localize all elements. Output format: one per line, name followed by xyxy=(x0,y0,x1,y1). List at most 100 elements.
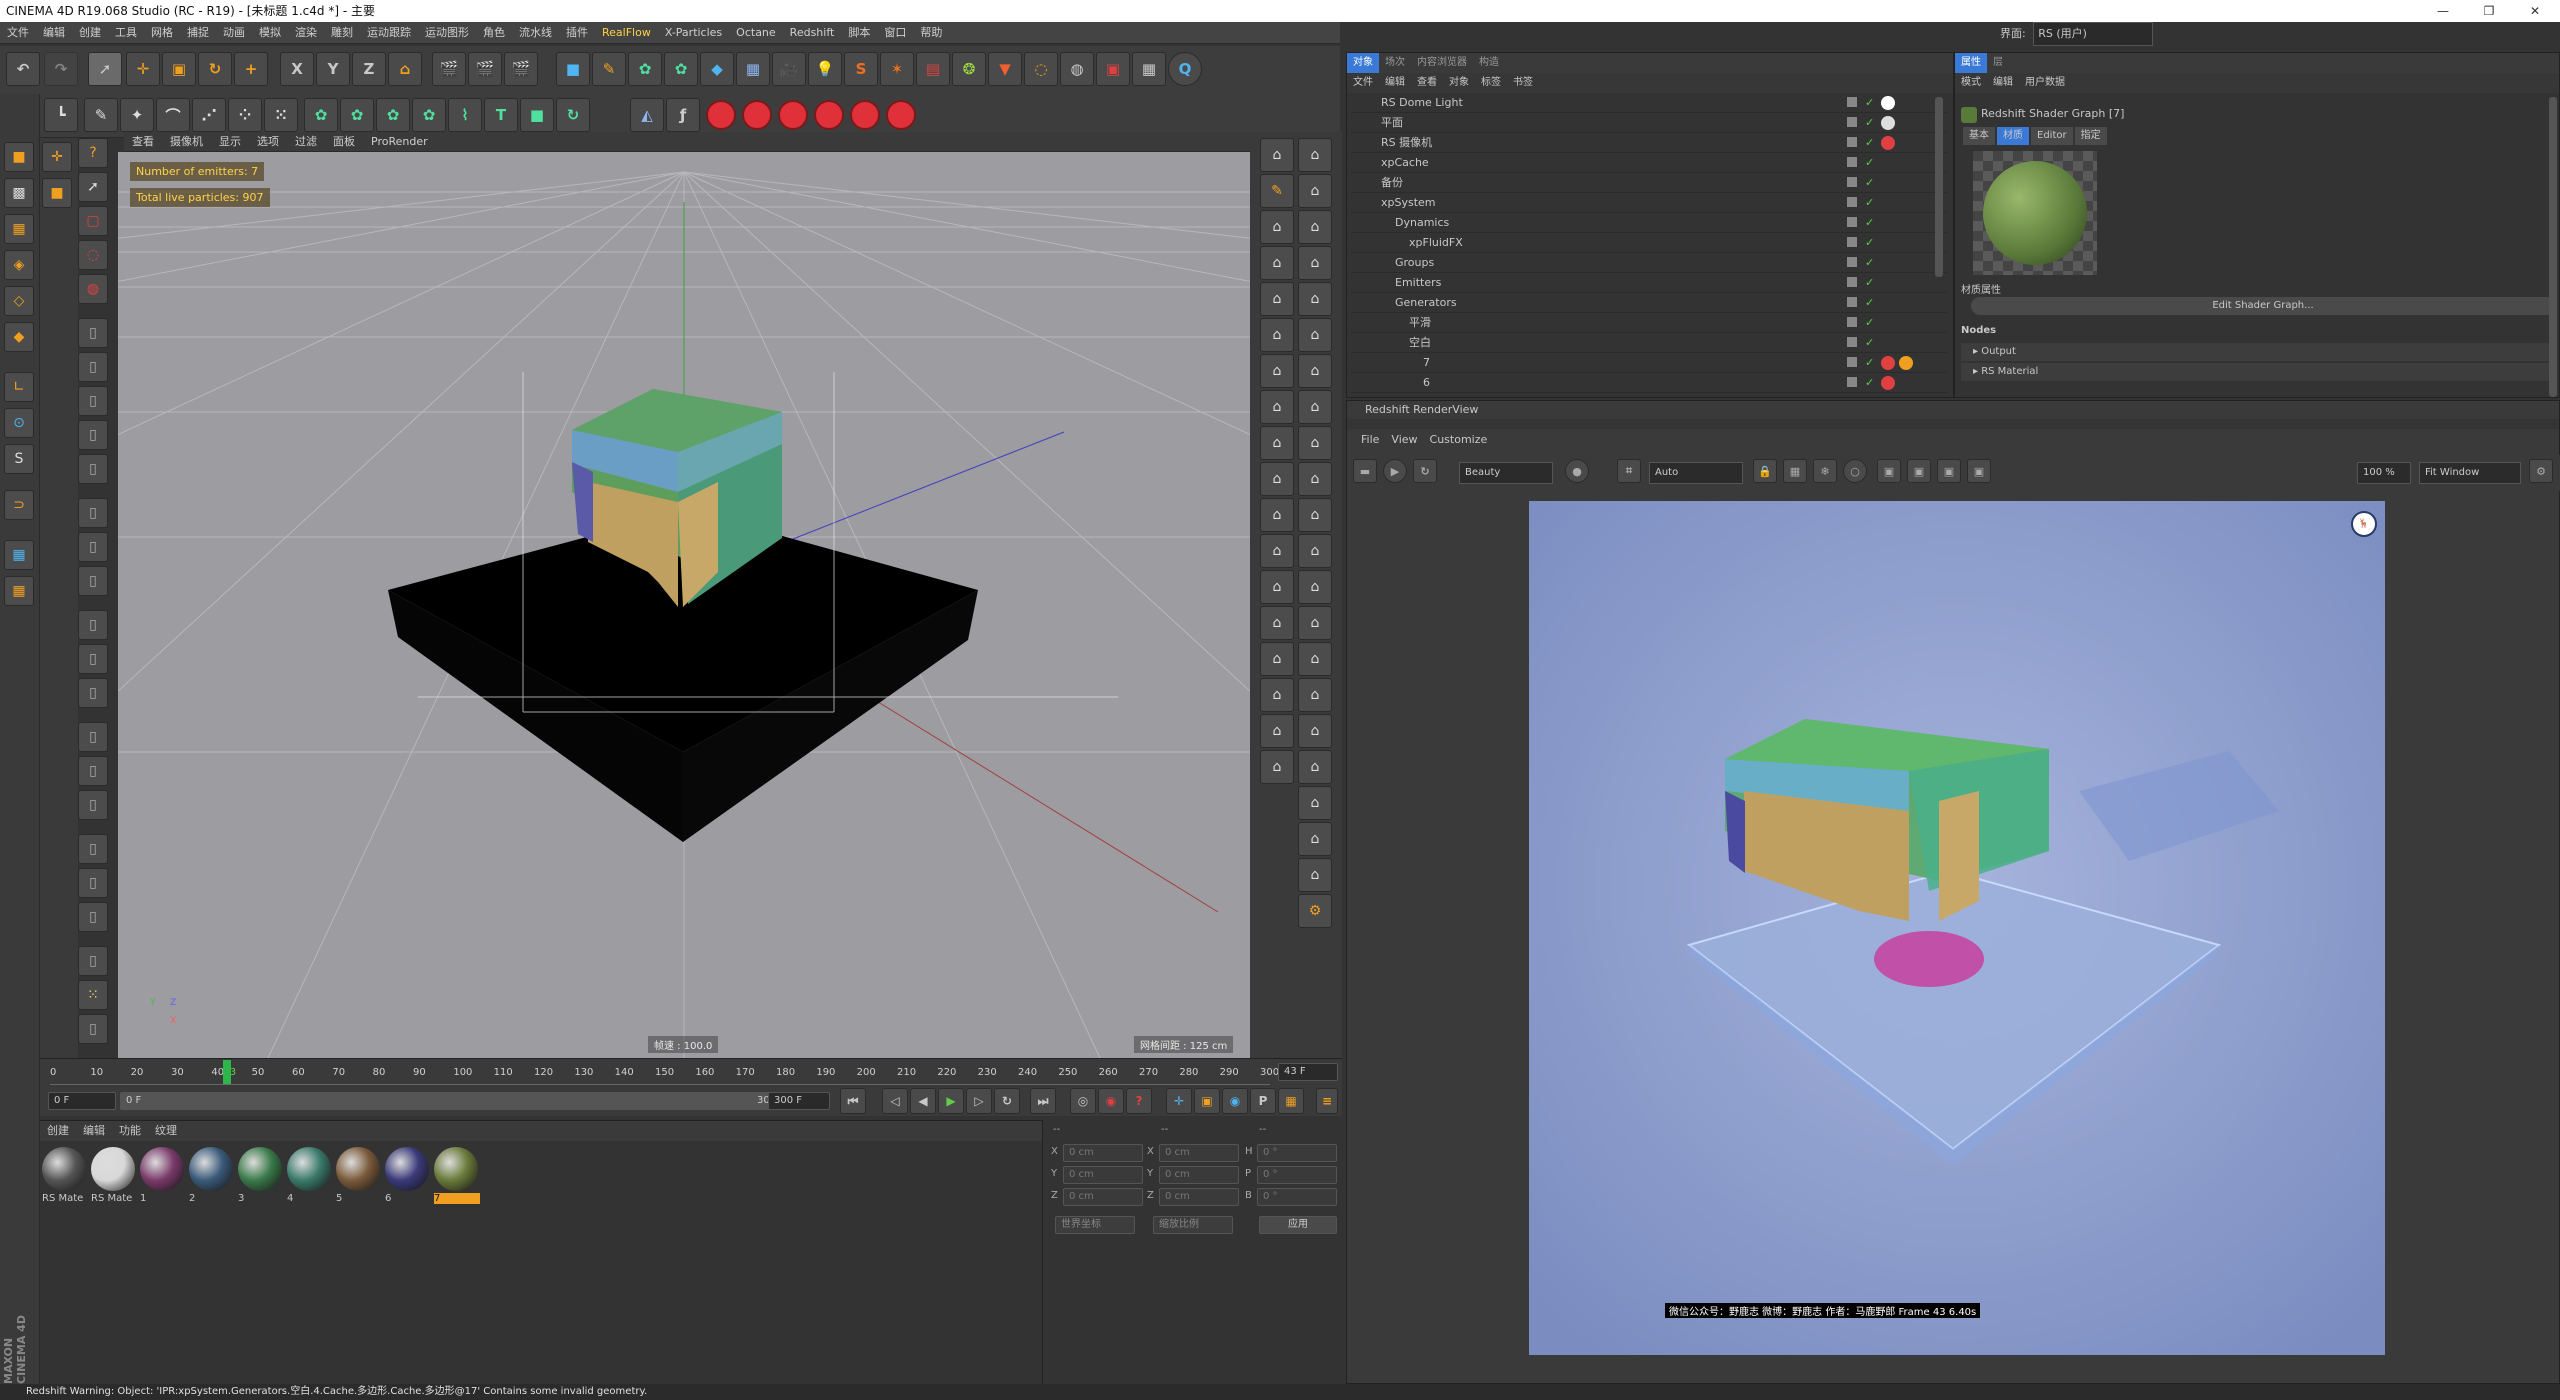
menu-item-5[interactable]: 捕捉 xyxy=(180,22,216,44)
live-select-icon[interactable]: ➚ xyxy=(78,172,108,202)
bridge-icon[interactable]: ▯ xyxy=(78,352,108,382)
material-menu-item-3[interactable]: 纹理 xyxy=(148,1121,184,1141)
render-menu-item-2[interactable]: Customize xyxy=(1424,429,1494,451)
visibility-toggle[interactable] xyxy=(1847,137,1857,147)
render-gear-icon[interactable]: ⚙ xyxy=(1298,894,1332,928)
attribute-subtab-2[interactable]: Editor xyxy=(2031,127,2073,145)
redshift-dome-icon[interactable] xyxy=(850,100,880,130)
bevel-icon[interactable]: ▯ xyxy=(78,420,108,450)
octane-icon[interactable]: ❂ xyxy=(952,52,986,86)
right-tool-27[interactable]: ⌂ xyxy=(1260,606,1294,640)
key-rotation-icon[interactable]: ◉ xyxy=(1222,1088,1248,1114)
coord-value-field[interactable]: 0 ° xyxy=(1257,1188,1337,1206)
object-row[interactable]: RS 摄像机 ✓ xyxy=(1351,133,1947,153)
render-settings-icon[interactable]: 🎬 xyxy=(504,52,538,86)
right-tool-26[interactable]: ⌂ xyxy=(1298,570,1332,604)
right-tool-36[interactable]: ⌂ xyxy=(1298,750,1332,784)
visibility-toggle[interactable] xyxy=(1847,117,1857,127)
edges-mode-icon[interactable]: ◇ xyxy=(4,286,34,316)
pen-icon[interactable]: ✎ xyxy=(592,52,626,86)
viewport-menu-item-3[interactable]: 选项 xyxy=(249,132,287,152)
render-refresh-icon[interactable]: ↻ xyxy=(1413,459,1437,483)
brush-icon[interactable]: ▯ xyxy=(78,566,108,596)
prev-key-icon[interactable]: ◁ xyxy=(882,1088,908,1114)
redshift-light-icon[interactable] xyxy=(742,100,772,130)
material-menu-item-1[interactable]: 编辑 xyxy=(76,1121,112,1141)
scale-dropdown[interactable]: 缩放比例 xyxy=(1153,1216,1233,1234)
menu-item-21[interactable]: 帮助 xyxy=(913,22,949,44)
right-tool-10[interactable]: ⌂ xyxy=(1298,282,1332,316)
visibility-toggle[interactable] xyxy=(1847,357,1857,367)
menu-item-11[interactable]: 运动图形 xyxy=(418,22,476,44)
menu-item-2[interactable]: 创建 xyxy=(72,22,108,44)
attribute-tab-1[interactable]: 层 xyxy=(1987,53,2009,73)
hair-icon[interactable]: ▯ xyxy=(78,1014,108,1044)
menu-item-1[interactable]: 编辑 xyxy=(36,22,72,44)
apply-button[interactable]: 应用 xyxy=(1259,1216,1337,1234)
record-keys-icon[interactable]: ◎ xyxy=(1070,1088,1096,1114)
enabled-check-icon[interactable]: ✓ xyxy=(1865,133,1874,153)
render-play-icon[interactable]: ▶ xyxy=(1383,459,1407,483)
coord-value-field[interactable]: 0 cm xyxy=(1159,1188,1239,1206)
enabled-check-icon[interactable]: ✓ xyxy=(1865,173,1874,193)
right-tool-8[interactable]: ⌂ xyxy=(1298,246,1332,280)
aov-dropdown[interactable]: Beauty xyxy=(1459,462,1553,484)
attribute-tab-0[interactable]: 属性 xyxy=(1955,53,1987,73)
viewport-menu-item-0[interactable]: 查看 xyxy=(124,132,162,152)
timeline-menu-icon[interactable]: ≡ xyxy=(1316,1088,1338,1114)
object-row[interactable]: xpCache ✓ xyxy=(1351,153,1947,173)
auto-key-icon[interactable]: ◉ xyxy=(1098,1088,1124,1114)
menu-item-0[interactable]: 文件 xyxy=(0,22,36,44)
right-tool-31[interactable]: ⌂ xyxy=(1260,678,1294,712)
undo-icon[interactable]: ↶ xyxy=(6,52,40,86)
fit-window-dropdown[interactable]: Fit Window xyxy=(2419,462,2521,484)
magnet-icon[interactable]: ⊃ xyxy=(4,490,34,520)
object-tab-1[interactable]: 场次 xyxy=(1379,53,1411,73)
material-menu-item-0[interactable]: 创建 xyxy=(40,1121,76,1141)
object-row[interactable]: RS Dome Light ✓ xyxy=(1351,93,1947,113)
goto-start-icon[interactable]: ⏮ xyxy=(840,1088,866,1114)
loop-icon[interactable]: ↻ xyxy=(994,1088,1020,1114)
menu-item-14[interactable]: 插件 xyxy=(559,22,595,44)
help-tool-icon[interactable]: ? xyxy=(78,138,108,168)
render-menu-item-0[interactable]: File xyxy=(1355,429,1385,451)
menu-item-8[interactable]: 渲染 xyxy=(288,22,324,44)
object-row[interactable]: Dynamics ✓ xyxy=(1351,213,1947,233)
spline-dots-icon[interactable]: ⋰ xyxy=(192,98,226,132)
realflow-icon[interactable]: ▤ xyxy=(916,52,950,86)
material-swatch[interactable]: RS Mate xyxy=(91,1147,137,1211)
emitter-icon[interactable]: ▼ xyxy=(988,52,1022,86)
arrange-icon[interactable]: ▯ xyxy=(78,790,108,820)
close-button[interactable]: ✕ xyxy=(2512,0,2558,22)
menu-item-9[interactable]: 雕刻 xyxy=(324,22,360,44)
key-pla-icon[interactable]: ▦ xyxy=(1278,1088,1304,1114)
polygon-icon-4[interactable]: ✿ xyxy=(412,98,446,132)
auto-dropdown[interactable]: Auto xyxy=(1649,462,1743,484)
select-arrow-icon[interactable]: ➚ xyxy=(88,52,122,86)
stitch-icon[interactable]: ▯ xyxy=(78,722,108,752)
viewport-menu-item-6[interactable]: ProRender xyxy=(363,132,436,152)
right-tool-7[interactable]: ⌂ xyxy=(1260,246,1294,280)
object-menu-item-3[interactable]: 对象 xyxy=(1443,73,1475,93)
right-tool-28[interactable]: ⌂ xyxy=(1298,606,1332,640)
maximize-button[interactable]: ❐ xyxy=(2466,0,2512,22)
object-menu-item-0[interactable]: 文件 xyxy=(1347,73,1379,93)
coord-value-field[interactable]: 0 cm xyxy=(1063,1166,1143,1184)
dotted-circle-icon[interactable]: ◌ xyxy=(1024,52,1058,86)
extrude-tool-icon[interactable]: ▯ xyxy=(78,386,108,416)
key-scale-icon[interactable]: ▣ xyxy=(1194,1088,1220,1114)
object-row[interactable]: 平滑 ✓ xyxy=(1351,313,1947,333)
iron-icon[interactable]: ▯ xyxy=(78,610,108,640)
right-tool-19[interactable]: ⌂ xyxy=(1260,462,1294,496)
3d-viewport[interactable]: Number of emitters: 7 Total live particl… xyxy=(118,152,1250,1058)
magnet-tool-icon[interactable]: ▯ xyxy=(78,644,108,674)
points-mode-icon[interactable]: ◈ xyxy=(4,250,34,280)
xp-icon[interactable]: ✶ xyxy=(880,52,914,86)
zoom-field[interactable]: 100 % xyxy=(2357,462,2411,484)
solo-icon[interactable]: ▦ xyxy=(4,576,34,606)
axis-y-button[interactable]: Y xyxy=(316,52,350,86)
node-output[interactable]: ▸ Output xyxy=(1961,343,2555,361)
object-list-scrollbar[interactable] xyxy=(1935,97,1943,277)
enabled-check-icon[interactable]: ✓ xyxy=(1865,293,1874,313)
right-tool-6[interactable]: ⌂ xyxy=(1298,210,1332,244)
